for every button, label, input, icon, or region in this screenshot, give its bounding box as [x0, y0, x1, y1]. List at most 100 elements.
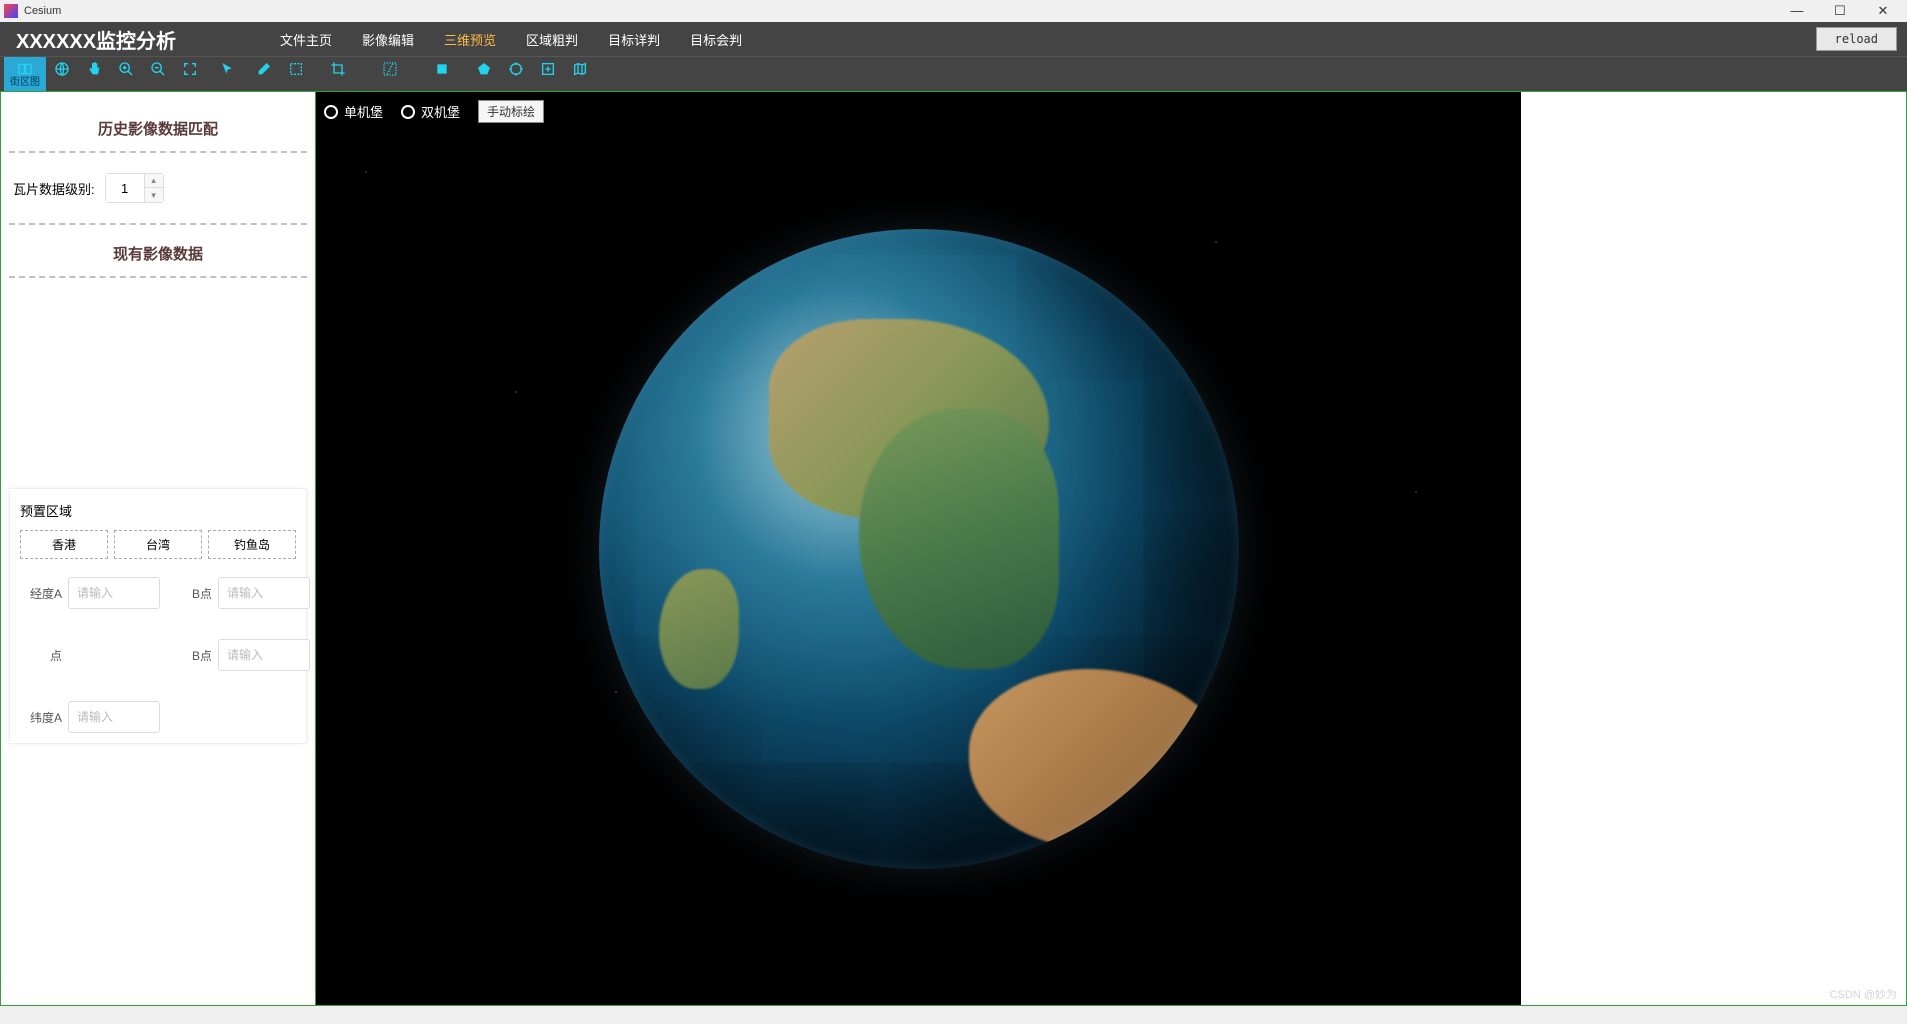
tool-globe[interactable]: 全球	[46, 57, 78, 91]
main-tabs: 文件主页 影像编辑 三维预览 区域粗判 目标详判 目标会判	[280, 30, 742, 49]
tool-label: 绘点	[506, 78, 526, 88]
tool-export[interactable]: 下载	[532, 57, 564, 91]
tool-label: 移动	[84, 78, 104, 88]
tool-label: 街区图	[10, 78, 40, 88]
tile-level-stepper[interactable]: ▲ ▼	[105, 173, 164, 203]
cesium-viewer[interactable]: 单机堡 双机堡 手动标绘	[316, 92, 1521, 1005]
b2-input[interactable]	[218, 639, 310, 671]
radio-icon	[401, 105, 415, 119]
stop-icon	[435, 60, 449, 78]
tool-select-rect[interactable]: 区域	[280, 57, 312, 91]
tool-label: 区域	[286, 78, 306, 88]
tool-hand[interactable]: 移动	[78, 57, 110, 91]
header-bar: XXXXXX监控分析 文件主页 影像编辑 三维预览 区域粗判 目标详判 目标会判 relo…	[0, 22, 1907, 56]
viewer-topbar: 单机堡 双机堡 手动标绘	[324, 100, 544, 123]
export-icon	[540, 60, 556, 78]
hand-icon	[86, 60, 102, 78]
radio-icon	[324, 105, 338, 119]
crop-icon	[330, 60, 346, 78]
preset-region-panel: 预置区域 香港台湾钓鱼岛 经度A B点 点 B点 纬度A	[9, 488, 307, 744]
tool-label: 关闭影材	[422, 78, 462, 88]
tab-2[interactable]: 三维预览	[444, 30, 496, 49]
tool-label: 放大	[116, 78, 136, 88]
tool-crop[interactable]: 切换影材	[312, 57, 364, 91]
tool-label: 导出	[570, 78, 590, 88]
tab-4[interactable]: 目标详判	[608, 30, 660, 49]
stepper-up-icon[interactable]: ▲	[145, 174, 163, 188]
tool-label: 清除	[254, 78, 274, 88]
preset-btn-2[interactable]: 钓鱼岛	[208, 530, 296, 559]
layers-icon	[17, 60, 33, 78]
existing-section-title: 现有影像数据	[9, 225, 307, 276]
map-icon	[572, 60, 588, 78]
tool-label: 缩小	[148, 78, 168, 88]
tool-zoom-out[interactable]: 缩小	[142, 57, 174, 91]
pt-label: 点	[20, 647, 68, 664]
tool-pentagon[interactable]: 绘面	[468, 57, 500, 91]
tab-0[interactable]: 文件主页	[280, 30, 332, 49]
b2-label: B点	[178, 647, 218, 664]
fullscreen-icon	[182, 60, 198, 78]
tool-map[interactable]: 导出	[564, 57, 596, 91]
tool-label: 全球	[52, 78, 72, 88]
watermark: CSDN @妙为	[1830, 986, 1897, 1002]
eraser-icon	[256, 60, 272, 78]
tool-label: 切换影材	[318, 78, 358, 88]
tool-eraser[interactable]: 清除	[248, 57, 280, 91]
tile-level-row: 瓦片数据级别: ▲ ▼	[9, 153, 307, 223]
history-section-title: 历史影像数据匹配	[9, 100, 307, 151]
app-title: XXXXXX监控分析	[10, 25, 240, 54]
close-button[interactable]: ✕	[1863, 3, 1903, 19]
target-icon	[508, 60, 524, 78]
tab-1[interactable]: 影像编辑	[362, 30, 414, 49]
preset-btn-1[interactable]: 台湾	[114, 530, 202, 559]
stepper-down-icon[interactable]: ▼	[145, 188, 163, 202]
zoom-out-icon	[150, 60, 166, 78]
lonA-input[interactable]	[68, 577, 160, 609]
globe-icon	[54, 60, 70, 78]
b1-input[interactable]	[218, 577, 310, 609]
tool-stop[interactable]: 关闭影材	[416, 57, 468, 91]
single-mode-radio[interactable]: 单机堡	[324, 102, 383, 121]
manual-draw-button[interactable]: 手动标绘	[478, 100, 544, 123]
right-blank-panel	[1521, 92, 1906, 1005]
zoom-in-icon	[118, 60, 134, 78]
preset-btn-0[interactable]: 香港	[20, 530, 108, 559]
preset-label: 预置区域	[20, 501, 296, 520]
select-dashed-icon	[382, 60, 398, 78]
pentagon-icon	[476, 60, 492, 78]
latA-input[interactable]	[68, 701, 160, 733]
tool-layers[interactable]: 街区图	[4, 57, 46, 91]
lonA-label: 经度A	[20, 585, 68, 602]
minimize-button[interactable]: —	[1777, 3, 1817, 18]
tool-select-dashed[interactable]: 选择影材	[364, 57, 416, 91]
app-icon	[4, 4, 18, 18]
double-mode-radio[interactable]: 双机堡	[401, 102, 460, 121]
content-area: 历史影像数据匹配 瓦片数据级别: ▲ ▼ 现有影像数据 预置区域 香港台湾钓鱼岛…	[0, 91, 1907, 1006]
tab-3[interactable]: 区域粗判	[526, 30, 578, 49]
window-title: Cesium	[24, 5, 61, 17]
tool-cursor[interactable]: 方向框	[206, 57, 248, 91]
tool-label: 方向框	[212, 78, 242, 88]
tool-label: 选择影材	[370, 78, 410, 88]
footer-bar	[0, 1006, 1907, 1024]
tool-zoom-in[interactable]: 放大	[110, 57, 142, 91]
tool-label: 绘面	[474, 78, 494, 88]
cursor-icon	[219, 60, 235, 78]
globe-icon[interactable]	[599, 229, 1239, 869]
latA-label: 纬度A	[20, 709, 68, 726]
b1-label: B点	[178, 585, 218, 602]
maximize-button[interactable]: ☐	[1820, 3, 1860, 19]
tile-level-label: 瓦片数据级别:	[13, 179, 95, 198]
tool-target[interactable]: 绘点	[500, 57, 532, 91]
tab-5[interactable]: 目标会判	[690, 30, 742, 49]
tool-label: 下载	[538, 78, 558, 88]
window-titlebar: Cesium — ☐ ✕	[0, 0, 1907, 22]
reload-button[interactable]: reload	[1816, 27, 1897, 51]
tool-fullscreen[interactable]: 全屏	[174, 57, 206, 91]
select-rect-icon	[288, 60, 304, 78]
toolbar: 街区图 全球 移动 放大 缩小 全屏 方向框 清除 区域 切换影材 选择影材 关闭影材 绘面 绘点 下载 导出	[0, 56, 1907, 91]
tile-level-input[interactable]	[106, 174, 144, 202]
tool-label: 全屏	[180, 78, 200, 88]
sidebar: 历史影像数据匹配 瓦片数据级别: ▲ ▼ 现有影像数据 预置区域 香港台湾钓鱼岛…	[1, 92, 316, 1005]
